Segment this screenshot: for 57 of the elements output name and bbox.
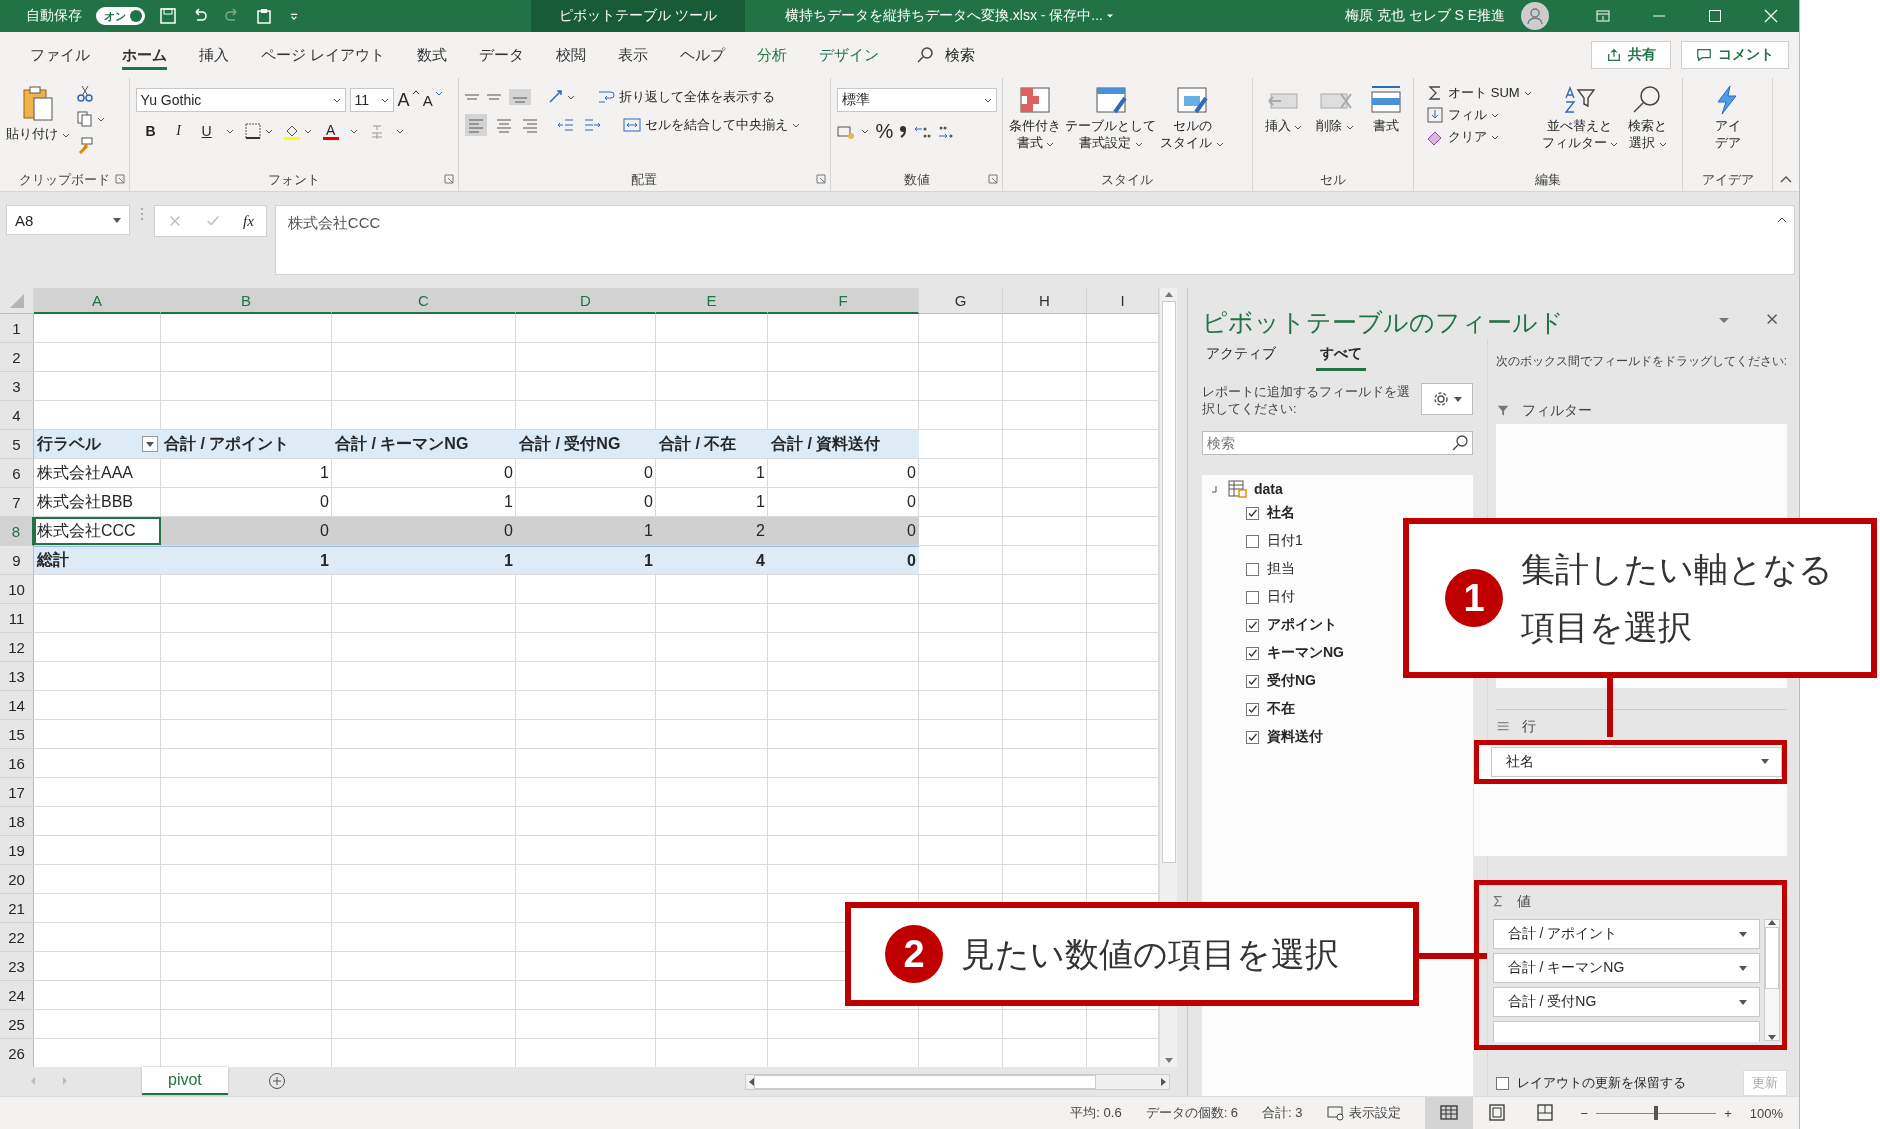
instruction-text: レポートに追加するフィールドを選択してください: bbox=[1202, 383, 1411, 417]
status-average: 平均: 0.6 bbox=[1070, 1104, 1122, 1122]
area-label: 値 bbox=[1516, 893, 1531, 911]
user-name: 梅原 克也 セレブ S E推進 bbox=[1344, 7, 1505, 25]
group-label: フォント bbox=[266, 171, 321, 189]
group-label: アイデア bbox=[1701, 171, 1754, 189]
area-label: 行 bbox=[1521, 718, 1536, 736]
table-cell-text: 株式会社BBB bbox=[36, 491, 134, 512]
header-cell: 合計 / 資料送付 bbox=[768, 430, 919, 458]
status-sum: 合計: 3 bbox=[1262, 1104, 1303, 1122]
group-label: 配置 bbox=[630, 171, 659, 189]
drag-instruction: 次のボックス間でフィールドをドラッグしてください: bbox=[1495, 353, 1787, 370]
table-cell-text: 0 bbox=[643, 463, 654, 483]
table-cell: 0 bbox=[332, 517, 516, 545]
header-cell: 合計 / 受付NG bbox=[516, 430, 656, 458]
table-cell: 1 bbox=[516, 517, 656, 545]
zoom-level: 100% bbox=[1749, 1105, 1783, 1121]
total-cell: 0 bbox=[768, 546, 919, 574]
table-cell: 0 bbox=[768, 517, 919, 545]
table-cell-text: 0 bbox=[906, 492, 917, 512]
step-number: 1 bbox=[1445, 569, 1503, 627]
document-title: 横持ちデータを縦持ちデータへ変換.xlsx - 保存中... bbox=[784, 7, 1103, 25]
step-number: 2 bbox=[885, 925, 943, 983]
callout-text: 集計したい軸となる bbox=[1521, 549, 1833, 590]
group-label: 編集 bbox=[1534, 171, 1563, 189]
table-cell: 0 bbox=[161, 517, 332, 545]
table-cell: 2 bbox=[656, 517, 768, 545]
group-label: クリップボード bbox=[18, 171, 111, 189]
table-cell-text: 0 bbox=[906, 463, 917, 483]
total-cell: 1 bbox=[332, 546, 516, 574]
header-cell: 合計 / アポイント bbox=[161, 430, 332, 458]
area-label: フィルター bbox=[1521, 401, 1592, 420]
header-cell: 合計 / キーマンNG bbox=[332, 430, 516, 458]
status-count: データの個数: 6 bbox=[1145, 1104, 1239, 1122]
group-label: 数値 bbox=[902, 171, 931, 189]
group-label: セル bbox=[1318, 171, 1347, 189]
autosave-label: 自動保存 bbox=[26, 7, 82, 25]
table-cell-text: 1 bbox=[755, 463, 766, 483]
total-cell: 4 bbox=[656, 546, 768, 574]
table-cell-text: 株式会社AAA bbox=[36, 462, 134, 483]
column-label: 行ラベル bbox=[37, 433, 101, 454]
total-cell: 総計 bbox=[34, 546, 161, 574]
table-cell-text: 1 bbox=[503, 492, 514, 512]
table-cell-text: 0 bbox=[503, 463, 514, 483]
table-cell-text: 0 bbox=[643, 492, 654, 512]
callout-text: 項目を選択 bbox=[1521, 607, 1693, 648]
total-cell: 1 bbox=[161, 546, 332, 574]
table-cell: 株式会社CCC bbox=[34, 517, 161, 545]
group-label: スタイル bbox=[1100, 171, 1155, 189]
table-cell-text: 1 bbox=[319, 463, 330, 483]
header-cell: 合計 / 不在 bbox=[656, 430, 768, 458]
total-cell: 1 bbox=[516, 546, 656, 574]
callout-text: 見たい数値の項目を選択 bbox=[961, 934, 1339, 975]
table-name: data bbox=[1254, 481, 1283, 497]
table-cell-text: 0 bbox=[319, 492, 330, 512]
table-cell-text: 1 bbox=[755, 492, 766, 512]
pane-title: ピボットテーブルのフィールド bbox=[1202, 307, 1564, 338]
